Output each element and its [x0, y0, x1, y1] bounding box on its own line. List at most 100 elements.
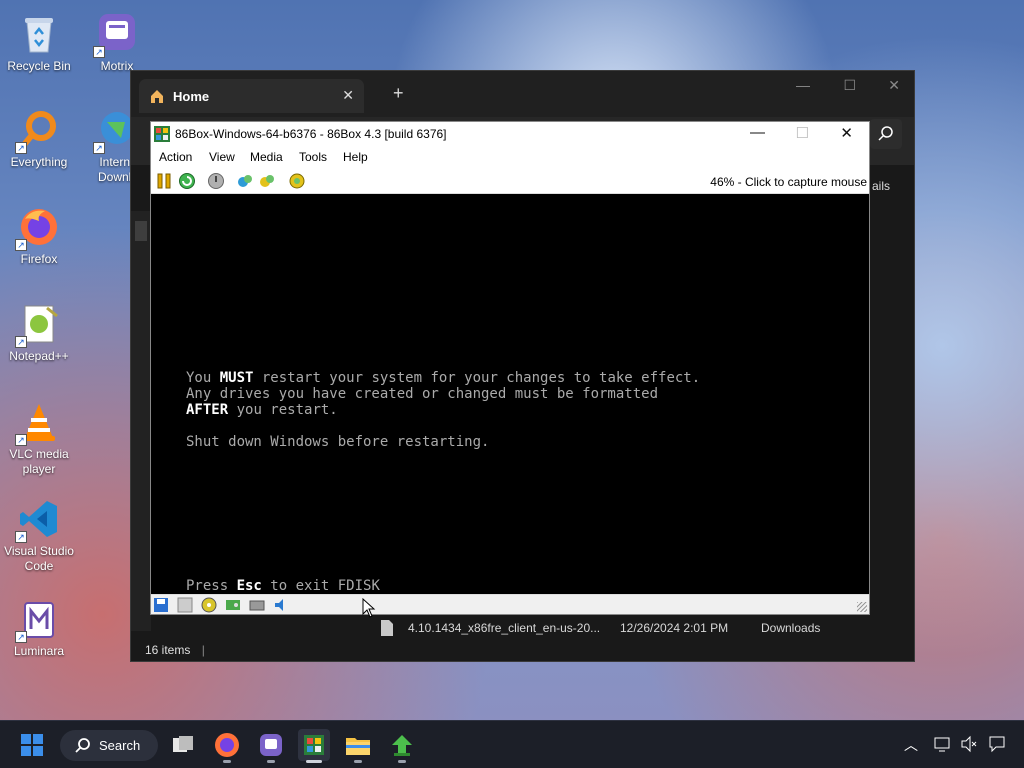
- sound-icon[interactable]: [273, 597, 289, 613]
- taskbar-file-explorer[interactable]: [342, 729, 374, 763]
- status-divider: |: [201, 643, 205, 657]
- 86box-app-icon: [304, 735, 324, 755]
- desktop-icon-firefox[interactable]: ↗ Firefox: [0, 205, 78, 267]
- active-indicator: [306, 760, 322, 763]
- maximize-icon[interactable]: ☐: [843, 77, 856, 94]
- screenshot-icon[interactable]: [288, 172, 306, 190]
- volume-muted-icon[interactable]: [960, 735, 978, 753]
- 86box-window[interactable]: 86Box-Windows-64-b6376 - 86Box 4.3 [buil…: [150, 121, 870, 615]
- scrollbar-thumb[interactable]: [135, 221, 147, 241]
- close-window-icon[interactable]: ✕: [888, 77, 900, 94]
- download-arrow-icon: [392, 735, 412, 756]
- menu-view[interactable]: View: [209, 150, 235, 164]
- minimize-icon[interactable]: —: [750, 124, 765, 141]
- shortcut-arrow-icon: ↗: [15, 434, 27, 446]
- taskbar: Search ︿: [0, 720, 1024, 768]
- search-button[interactable]: [870, 119, 902, 149]
- file-name: 4.10.1434_x86fre_client_en-us-20...: [408, 621, 601, 635]
- shortcut-arrow-icon: ↗: [15, 531, 27, 543]
- taskbar-firefox[interactable]: [211, 729, 243, 763]
- close-tab-icon[interactable]: ✕: [342, 87, 354, 104]
- recycle-bin-icon: [17, 12, 61, 56]
- item-count: 16 items: [145, 643, 191, 657]
- 86box-titlebar[interactable]: 86Box-Windows-64-b6376 - 86Box 4.3 [buil…: [151, 122, 869, 146]
- desktop-icon-label: Everything: [10, 155, 68, 169]
- shortcut-arrow-icon: ↗: [93, 46, 105, 58]
- pause-icon[interactable]: [155, 172, 173, 190]
- minimize-icon[interactable]: —: [796, 77, 810, 93]
- taskbar-search[interactable]: Search: [60, 730, 158, 761]
- taskbar-motrix[interactable]: [255, 729, 287, 763]
- explorer-titlebar[interactable]: Home ✕ + — ☐ ✕: [131, 71, 914, 117]
- tab-label: Home: [173, 89, 210, 104]
- running-indicator: [398, 760, 406, 763]
- screen-line-3: AFTER you restart.: [186, 402, 338, 418]
- ctrl-alt-del-icon[interactable]: [178, 172, 196, 190]
- capture-mouse-hint[interactable]: 46% - Click to capture mouse: [710, 175, 867, 189]
- floppy-drive-2-icon[interactable]: [177, 597, 193, 613]
- cdrom-icon[interactable]: [201, 597, 217, 613]
- screen-line-1: You MUST restart your system for your ch…: [186, 370, 701, 386]
- menu-action[interactable]: Action: [159, 150, 192, 164]
- desktop-icon-vlc[interactable]: ↗ VLC media player: [0, 400, 78, 477]
- desktop-icon-luminara[interactable]: ↗ Luminara: [0, 597, 78, 659]
- 86box-toolbar: 46% - Click to capture mouse: [151, 168, 869, 194]
- screen-line-4: Shut down Windows before restarting.: [186, 434, 490, 450]
- 86box-statusbar: [151, 594, 869, 614]
- windows-logo-icon: [21, 734, 43, 756]
- task-view-button[interactable]: [167, 729, 199, 761]
- desktop-icon-label: Luminara: [13, 644, 65, 658]
- desktop-icon-motrix[interactable]: ↗ Motrix: [78, 12, 156, 74]
- shortcut-arrow-icon: ↗: [93, 142, 105, 154]
- tab-home[interactable]: Home ✕: [139, 79, 364, 113]
- running-indicator: [267, 760, 275, 763]
- details-button[interactable]: ails: [872, 179, 890, 193]
- desktop-icon-label: Firefox: [20, 252, 58, 266]
- navigation-pane: [131, 211, 151, 631]
- desktop-icon-everything[interactable]: ↗ Everything: [0, 108, 78, 170]
- file-date: 12/26/2024 2:01 PM: [620, 621, 729, 635]
- taskbar-86box[interactable]: [298, 729, 330, 763]
- vlc-icon: ↗: [15, 400, 61, 446]
- shortcut-arrow-icon: ↗: [15, 142, 27, 154]
- vscode-icon: ↗: [15, 497, 61, 543]
- menu-media[interactable]: Media: [250, 150, 283, 164]
- shortcut-arrow-icon: ↗: [15, 239, 27, 251]
- file-row[interactable]: 4.10.1434_x86fre_client_en-us-20... 12/2…: [376, 617, 916, 639]
- desktop-icon-vscode[interactable]: ↗ Visual Studio Code: [0, 497, 78, 574]
- desktop-icon-label: VLC media player: [9, 447, 69, 476]
- network-status-icon[interactable]: [934, 735, 952, 753]
- hard-reset-icon[interactable]: [207, 172, 225, 190]
- home-icon: [151, 90, 163, 103]
- file-location: Downloads: [761, 621, 821, 635]
- floppy-drive-icon[interactable]: [153, 597, 169, 613]
- desktop-icon-notepadpp[interactable]: ↗ Notepad++: [0, 302, 78, 364]
- close-window-icon[interactable]: ✕: [840, 124, 853, 142]
- chevron-up-icon[interactable]: ︿: [904, 735, 918, 755]
- 86box-menubar: Action View Media Tools Help: [151, 146, 869, 168]
- menu-tools[interactable]: Tools: [299, 150, 327, 164]
- machine-settings-icon[interactable]: [258, 172, 276, 190]
- hard-disk-icon[interactable]: [225, 597, 241, 613]
- resize-grip[interactable]: [857, 602, 867, 612]
- emulator-screen[interactable]: You MUST restart your system for your ch…: [151, 194, 869, 594]
- start-button[interactable]: [16, 729, 48, 761]
- settings-icon[interactable]: [236, 172, 254, 190]
- network-icon[interactable]: [249, 597, 265, 613]
- screen-line-2: Any drives you have created or changed m…: [186, 386, 659, 402]
- running-indicator: [354, 760, 362, 763]
- menu-help[interactable]: Help: [343, 150, 368, 164]
- notepadpp-icon: ↗: [15, 302, 61, 348]
- shortcut-arrow-icon: ↗: [15, 336, 27, 348]
- desktop-icon-label: Recycle Bin: [7, 59, 71, 73]
- maximize-icon[interactable]: ☐: [796, 124, 809, 142]
- new-tab-icon[interactable]: +: [393, 83, 404, 104]
- everything-search-icon: ↗: [15, 108, 61, 154]
- taskbar-download-app[interactable]: [386, 729, 418, 763]
- firefox-icon: [215, 733, 239, 757]
- task-view-icon: [173, 736, 193, 752]
- notifications-icon[interactable]: [988, 735, 1006, 753]
- search-label: Search: [99, 738, 141, 753]
- desktop-icon-recycle-bin[interactable]: Recycle Bin: [0, 12, 78, 74]
- desktop-icon-label: Visual Studio Code: [4, 544, 74, 573]
